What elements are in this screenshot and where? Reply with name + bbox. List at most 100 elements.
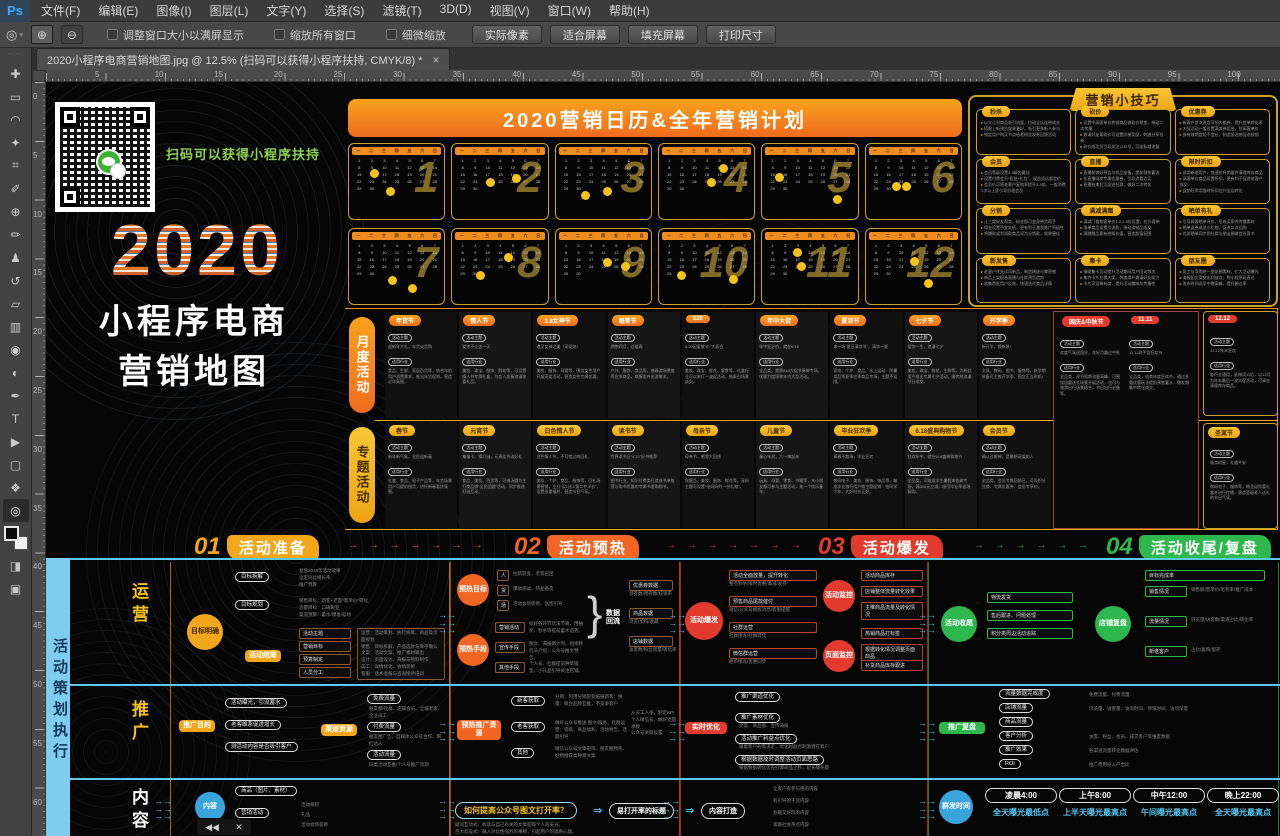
day-number: 7 bbox=[428, 243, 441, 248]
screen-mode-button[interactable]: ▣ bbox=[3, 577, 29, 600]
pen-tool[interactable]: ✒ bbox=[3, 384, 29, 407]
eraser-tool[interactable]: ▱ bbox=[3, 292, 29, 315]
hand-tool[interactable]: ❖ bbox=[3, 476, 29, 499]
highlight-dot bbox=[408, 284, 417, 293]
day-number: 27 bbox=[416, 179, 429, 184]
left-vertical-strip: 活动策划执行 bbox=[46, 558, 70, 836]
zoom-in-button[interactable]: ⊕ bbox=[31, 25, 53, 44]
promo-review-note: 浏览量、访客量、访问时间、停留时间、访问深度 bbox=[1089, 706, 1269, 713]
history-brush-tool[interactable]: ↺ bbox=[3, 269, 29, 292]
day-number: 18 bbox=[701, 172, 714, 177]
lasso-tool[interactable]: ◠ bbox=[3, 108, 29, 131]
activity-card: 七夕节活动主题爱你一生，浪漫七夕适用行业美妆、珠宝、鲜花、生鲜等，为粉丝用户推出… bbox=[905, 312, 977, 418]
fill-screen-button[interactable]: 填充屏幕 bbox=[628, 25, 698, 44]
table-row: 客服：话术准备与咨询接待培训 bbox=[361, 671, 441, 678]
day-number: 29 bbox=[353, 186, 366, 191]
dodge-tool[interactable]: ◐ bbox=[3, 361, 29, 384]
eyedropper-tool[interactable]: ✐ bbox=[3, 177, 29, 200]
marquee-tool[interactable]: ▭ bbox=[3, 85, 29, 108]
day-number: 19 bbox=[403, 257, 416, 262]
day-number: 6 bbox=[933, 243, 946, 248]
zoom-tool[interactable]: ◎ bbox=[3, 499, 29, 522]
magic-wand-tool[interactable]: ✦ bbox=[3, 131, 29, 154]
shape-tool[interactable]: ▢ bbox=[3, 453, 29, 476]
clone-stamp-tool[interactable]: ♟ bbox=[3, 246, 29, 269]
phase-header: 04活动收尾/复盘 bbox=[1106, 534, 1271, 560]
burst-item: 社群运营 bbox=[729, 622, 817, 633]
gradient-tool[interactable]: ▥ bbox=[3, 315, 29, 338]
menu-item[interactable]: 选择(S) bbox=[315, 0, 373, 22]
day-number: 9 bbox=[779, 165, 792, 170]
calendar-month: 一二三四五六日612345678910111213141516171819202… bbox=[865, 143, 962, 220]
menu-item[interactable]: 文字(Y) bbox=[257, 0, 315, 22]
day-number: 5 bbox=[920, 158, 933, 163]
menu-item[interactable]: 窗口(W) bbox=[539, 0, 600, 22]
theme-label: 活动主题 bbox=[908, 334, 932, 342]
zoom-out-button[interactable]: ⊖ bbox=[61, 25, 83, 44]
menu-item[interactable]: 图层(L) bbox=[201, 0, 258, 22]
resize-windows-checkbox[interactable]: 调整窗口大小以满屏显示 bbox=[107, 27, 244, 43]
menu-item[interactable]: 视图(V) bbox=[481, 0, 539, 22]
healing-brush-tool[interactable]: ⊕ bbox=[3, 200, 29, 223]
color-swatches[interactable] bbox=[4, 526, 28, 550]
christmas-card: 圣诞节活动主题装点树星，礼遇平安适用行业数码电子、服饰等，做圣诞惊喜礼盒并进行传… bbox=[1203, 423, 1278, 529]
band-cell-c1-row2: 推广目的活动曝光，引流蓄水老客维系促进增长测活动内容是否吸引客户渠道资源免费流量… bbox=[170, 686, 450, 778]
fit-screen-button[interactable]: 适合屏幕 bbox=[550, 25, 620, 44]
canvas-document[interactable]: 扫码可以获得小程序扶持 2020 小程序电商 营销地图 2020营销日历&全年营… bbox=[46, 82, 1280, 836]
theme-label: 活动主题 bbox=[1210, 450, 1234, 458]
type-tool[interactable]: T bbox=[3, 407, 29, 430]
crop-tool[interactable]: ⌗ bbox=[3, 154, 29, 177]
industry-label: 适用行业 bbox=[685, 358, 709, 366]
day-number: 21 bbox=[428, 172, 441, 177]
activity-title: 元宵节 bbox=[463, 425, 495, 436]
ruler-number: 35 bbox=[453, 70, 462, 79]
day-number: 9 bbox=[882, 250, 895, 255]
print-size-button[interactable]: 打印尺寸 bbox=[706, 25, 776, 44]
title-tips-list: 疑问互动式：阅读与自己有关的文章是每个人的天分。巨大反差式：融入对比性强烈的事物… bbox=[455, 822, 677, 836]
actual-pixels-button[interactable]: 实际像素 bbox=[472, 25, 542, 44]
day-number: 10 bbox=[378, 250, 391, 255]
acquire-note: 分销：利用分销裂变拓展新客；换量：联合品牌互推，不竞争客户 bbox=[555, 694, 627, 708]
day-number: 12 bbox=[817, 165, 830, 170]
brush-tool[interactable]: ✏ bbox=[3, 223, 29, 246]
tip-card: 砍价设置中高客单价热销商品做砍价裂变，带动二次传播邀请好友帮砍价可设置阶梯奖励，… bbox=[1075, 109, 1170, 155]
menu-item[interactable]: 编辑(E) bbox=[89, 0, 147, 22]
scrubby-zoom-checkbox[interactable]: 细微缩放 bbox=[386, 27, 446, 43]
day-number: 8 bbox=[456, 165, 469, 170]
zoom-tool-icon[interactable]: ◎▾ bbox=[6, 27, 23, 43]
document-tab[interactable]: 2020小程序电商营销地图.jpg @ 12.5% (扫码可以获得小程序扶持, … bbox=[36, 48, 450, 70]
ruler-number: 50 bbox=[631, 70, 640, 79]
activity-monitor-node: 活动监控 bbox=[823, 580, 855, 612]
day-number: 23 bbox=[572, 264, 585, 269]
weekday-label: 三 bbox=[899, 233, 903, 239]
acquire-pill: 其他 bbox=[511, 748, 534, 758]
note-line: 流量目标：口碑裂变 bbox=[299, 605, 444, 612]
note-line: 设定同比增长率 bbox=[299, 575, 439, 582]
ruler-corner bbox=[32, 70, 46, 82]
foreground-color-swatch[interactable] bbox=[4, 526, 19, 541]
menu-item[interactable]: 滤镜(T) bbox=[373, 0, 430, 22]
band-cell-c2-row2: 预热推广资源新客获取分销：利用分销裂变拓展新客；换量：联合品牌互推，不竞争客户老… bbox=[450, 686, 680, 778]
day-number: 14 bbox=[428, 165, 441, 170]
day-number: 4 bbox=[804, 243, 817, 248]
ruler-number: 10 bbox=[155, 70, 164, 79]
tool-options-bar: ◎▾ ⊕ ⊖ 调整窗口大小以满屏显示 缩放所有窗口 细微缩放 实际像素 适合屏幕… bbox=[0, 22, 1280, 48]
move-tool[interactable]: ✚ bbox=[3, 62, 29, 85]
theme-text: 狂欢年中，就在618盛典购物节 bbox=[908, 454, 974, 460]
theme-text: 爱你不止这一天 bbox=[462, 344, 528, 350]
zoom-all-windows-checkbox[interactable]: 缩放所有窗口 bbox=[274, 27, 356, 43]
day-number: 5 bbox=[817, 158, 830, 163]
menu-item[interactable]: 帮助(H) bbox=[600, 0, 659, 22]
menu-item[interactable]: 图像(I) bbox=[147, 0, 200, 22]
quick-mask-button[interactable]: ◨ bbox=[3, 554, 29, 577]
day-number: 26 bbox=[610, 179, 623, 184]
menu-item[interactable]: 3D(D) bbox=[431, 0, 481, 22]
industry-label: 适用行业 bbox=[611, 358, 635, 366]
blur-tool[interactable]: ◉ bbox=[3, 338, 29, 361]
tab-close-icon[interactable]: × bbox=[432, 53, 439, 67]
day-number: 6 bbox=[623, 243, 636, 248]
menu-item[interactable]: 文件(F) bbox=[32, 0, 89, 22]
path-selection-tool[interactable]: ▶ bbox=[3, 430, 29, 453]
rewind-button[interactable]: ◀◀ bbox=[205, 822, 219, 833]
close-button[interactable]: ✕ bbox=[235, 822, 243, 833]
